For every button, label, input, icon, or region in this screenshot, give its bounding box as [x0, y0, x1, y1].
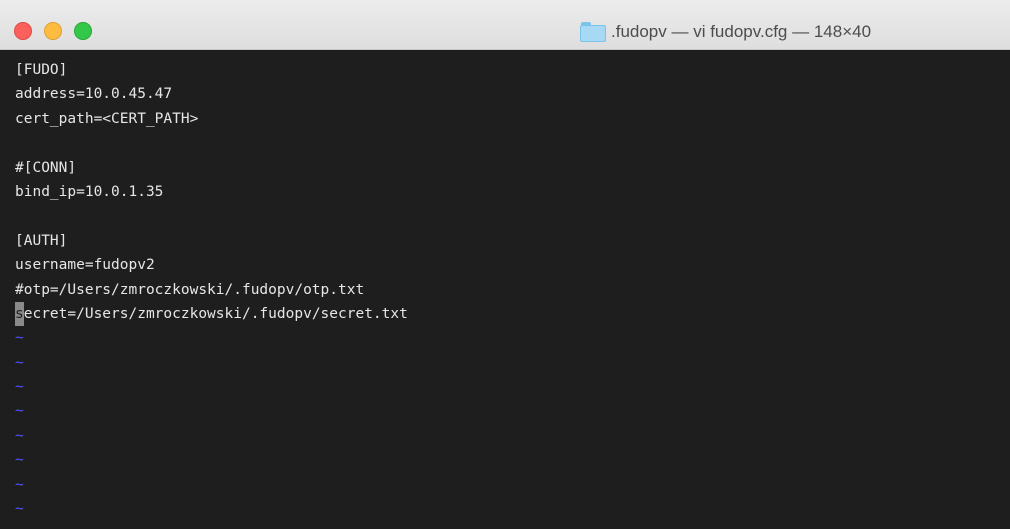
editor-line: address=10.0.45.47 [15, 86, 173, 103]
title-bar[interactable]: .fudopv — vi fudopv.cfg — 148×40 [0, 0, 1010, 50]
empty-line-marker: ~ [15, 330, 24, 347]
editor-line: #[CONN] [15, 159, 77, 176]
window-title-text: .fudopv — vi fudopv.cfg — 148×40 [611, 22, 872, 41]
editor-line: #otp=/Users/zmroczkowski/.fudopv/otp.txt [15, 281, 365, 298]
terminal-window: .fudopv — vi fudopv.cfg — 148×40 [FUDO] … [0, 0, 1010, 529]
empty-line-marker: ~ [15, 354, 24, 371]
minimize-window-button[interactable] [44, 22, 62, 40]
empty-line-marker: ~ [15, 452, 24, 469]
text-cursor: s [15, 301, 24, 327]
empty-line-marker: ~ [15, 379, 24, 396]
editor-line: [FUDO] [15, 62, 68, 78]
cursor-line-text: ecret=/Users/zmroczkowski/.fudopv/secret… [23, 305, 408, 322]
zoom-window-button[interactable] [74, 22, 92, 40]
editor-line-cursor: secret=/Users/zmroczkowski/.fudopv/secre… [15, 301, 1010, 327]
close-window-button[interactable] [14, 22, 32, 40]
window-title: .fudopv — vi fudopv.cfg — 148×40 [580, 18, 871, 46]
empty-line-marker: ~ [15, 403, 24, 420]
empty-line-marker: ~ [15, 427, 24, 444]
editor-line: bind_ip=10.0.1.35 [15, 183, 164, 200]
editor-line: cert_path=<CERT_PATH> [15, 110, 199, 127]
editor-line: [AUTH] [15, 232, 68, 249]
vi-editor[interactable]: [FUDO] address=10.0.45.47 cert_path=<CER… [0, 50, 1010, 529]
folder-icon [580, 22, 606, 42]
empty-line-marker: ~ [15, 476, 24, 493]
editor-line: username=fudopv2 [15, 257, 155, 274]
empty-line-marker: ~ [15, 501, 24, 518]
